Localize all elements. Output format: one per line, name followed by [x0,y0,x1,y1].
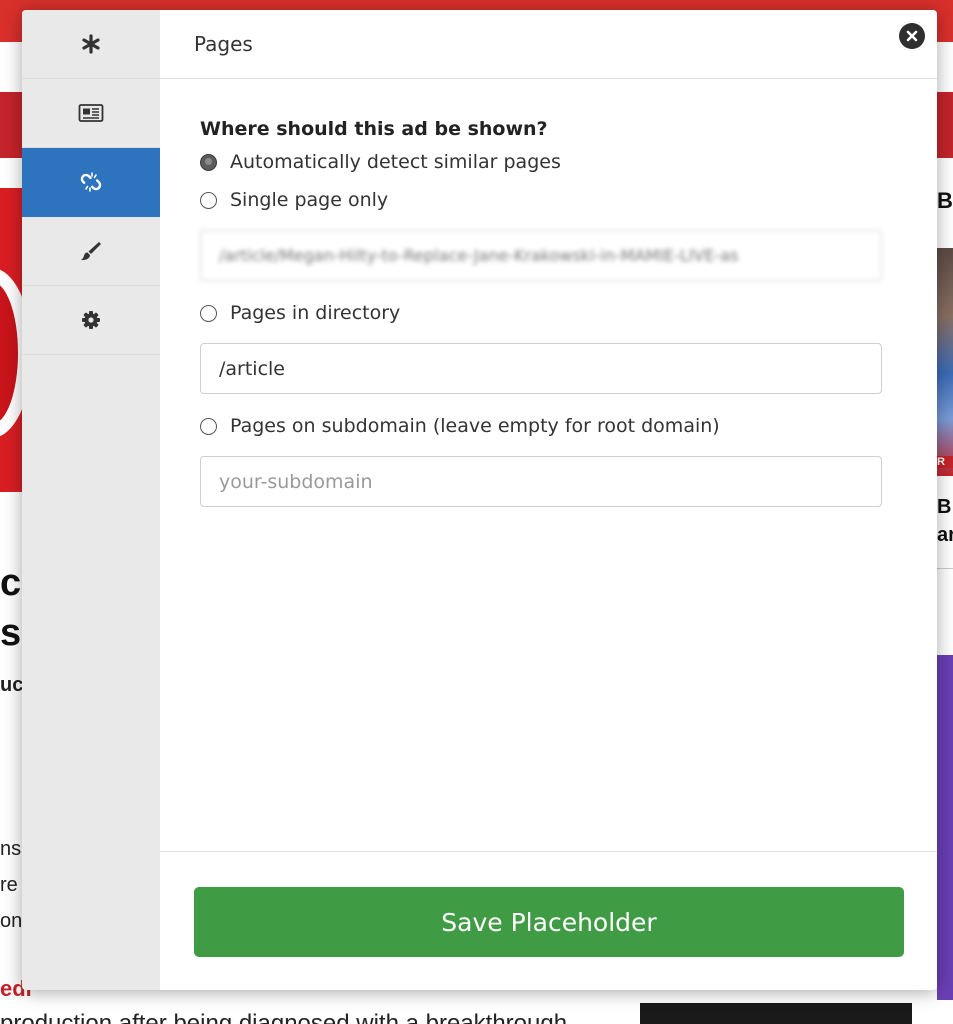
option-single-page[interactable]: Single page only [200,181,884,219]
paintbrush-icon [81,242,101,261]
body-fragment: on [0,910,23,932]
right-col-badge: R [937,456,953,468]
right-col-photo[interactable] [937,248,953,476]
subdomain-radio[interactable] [200,417,217,435]
asterisk-icon [82,34,100,54]
divider [937,568,953,569]
sidebar-item-settings[interactable] [22,286,160,355]
headline-fragment[interactable]: c [0,562,21,605]
directory-radio[interactable] [200,304,217,322]
right-col-ad[interactable] [937,655,953,1000]
modal-content: Pages Where should this ad be shown? Aut… [160,10,937,990]
sidebar-item-pages[interactable] [22,148,160,217]
unlink-icon [80,172,102,192]
option-auto-detect[interactable]: Automatically detect similar pages [200,143,884,181]
article-body-text: production after being diagnosed with a … [0,1010,568,1024]
auto-detect-radio[interactable] [200,153,217,171]
option-directory[interactable]: Pages in directory [200,294,884,332]
newspaper-icon [78,104,104,122]
close-icon [906,30,918,42]
save-placeholder-button[interactable]: Save Placeholder [194,887,904,957]
body-fragment: re [0,874,18,896]
sidebar-item-general[interactable] [22,10,160,79]
sidebar-item-content[interactable] [22,79,160,148]
directory-label[interactable]: Pages in directory [230,302,400,324]
headline-fragment[interactable]: s [0,612,21,655]
form-question: Where should this ad be shown? [200,118,548,140]
modal-title: Pages [194,32,253,56]
placeholder-settings-modal: Pages Where should this ad be shown? Aut… [22,10,937,990]
right-col-title[interactable]: B [937,496,951,519]
page-targeting-form: Where should this ad be shown? Automatic… [200,115,884,507]
sidebar-item-style[interactable] [22,217,160,286]
subdomain-input[interactable] [200,456,882,507]
subdomain-label[interactable]: Pages on subdomain (leave empty for root… [230,415,720,437]
body-fragment: ns [0,838,22,860]
modal-header: Pages [160,10,937,79]
right-column: B R B ar [937,0,953,1024]
gear-icon [82,311,100,329]
close-button[interactable] [899,23,925,49]
single-page-label[interactable]: Single page only [230,189,388,211]
single-page-radio[interactable] [200,191,217,209]
option-subdomain[interactable]: Pages on subdomain (leave empty for root… [200,407,884,445]
video-thumbnail[interactable] [640,1003,912,1024]
modal-footer: Save Placeholder [160,851,937,990]
single-page-url-input[interactable] [200,230,882,281]
right-col-title[interactable]: ar [937,524,953,547]
directory-input[interactable] [200,343,882,394]
right-col-heading: B [937,188,953,213]
modal-sidebar [22,10,160,990]
auto-detect-label[interactable]: Automatically detect similar pages [230,151,561,173]
